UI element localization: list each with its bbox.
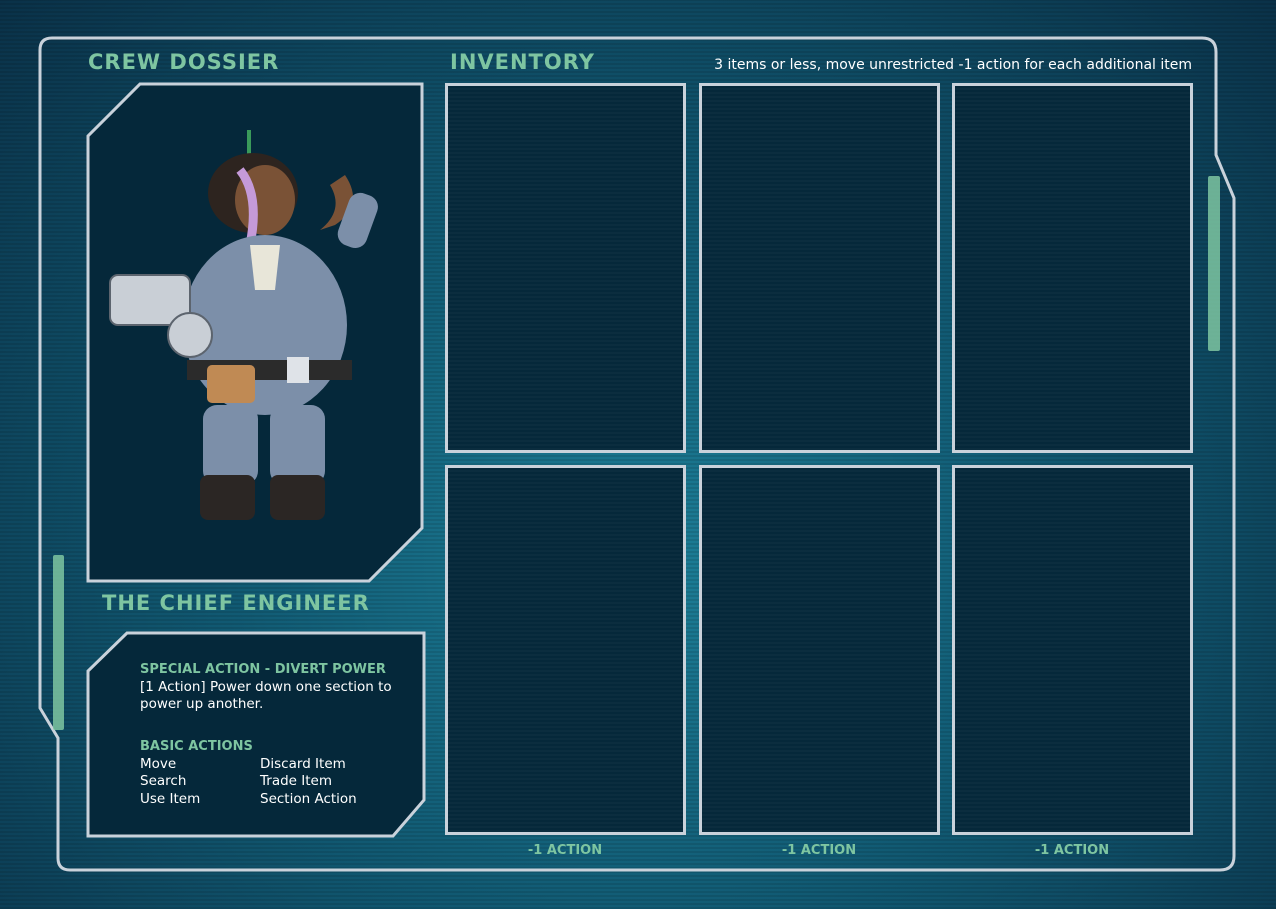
basic-actions-block: BASIC ACTIONS Move Discard Item Search T…	[140, 738, 400, 808]
slot-penalty-label: -1 ACTION	[527, 843, 603, 858]
basic-action-item: Trade Item	[260, 773, 332, 789]
basic-action-item: Move	[140, 755, 177, 772]
inventory-slot-4[interactable]	[445, 465, 686, 835]
inventory-slot-6[interactable]	[952, 465, 1193, 835]
inventory-slot-3[interactable]	[952, 83, 1193, 453]
basic-action-item: Section Action	[260, 790, 357, 807]
basic-action-item: Discard Item	[260, 755, 346, 772]
special-action-text: [1 Action] Power down one section to pow…	[140, 678, 392, 713]
left-accent-bar	[53, 555, 64, 730]
special-action-block: SPECIAL ACTION - DIVERT POWER [1 Action]…	[140, 661, 400, 714]
inventory-title: INVENTORY	[450, 50, 595, 74]
basic-action-item: Search	[140, 773, 187, 789]
basic-actions-list: Move Discard Item Search Trade Item Use …	[140, 756, 400, 809]
special-action-heading: SPECIAL ACTION - DIVERT POWER	[140, 662, 386, 677]
character-name: THE CHIEF ENGINEER	[102, 591, 370, 615]
slot-penalty-label: -1 ACTION	[781, 843, 857, 858]
inventory-rule-note: 3 items or less, move unrestricted -1 ac…	[714, 57, 1192, 73]
slot-penalty-label: -1 ACTION	[1034, 843, 1110, 858]
inventory-slot-1[interactable]	[445, 83, 686, 453]
crew-dossier-title: CREW DOSSIER	[88, 50, 280, 74]
inventory-slot-2[interactable]	[699, 83, 940, 453]
right-accent-bar	[1208, 176, 1220, 351]
basic-actions-heading: BASIC ACTIONS	[140, 739, 253, 754]
chief-engineer-portrait-icon	[109, 130, 378, 520]
inventory-slot-5[interactable]	[699, 465, 940, 835]
basic-action-item: Use Item	[140, 790, 201, 807]
